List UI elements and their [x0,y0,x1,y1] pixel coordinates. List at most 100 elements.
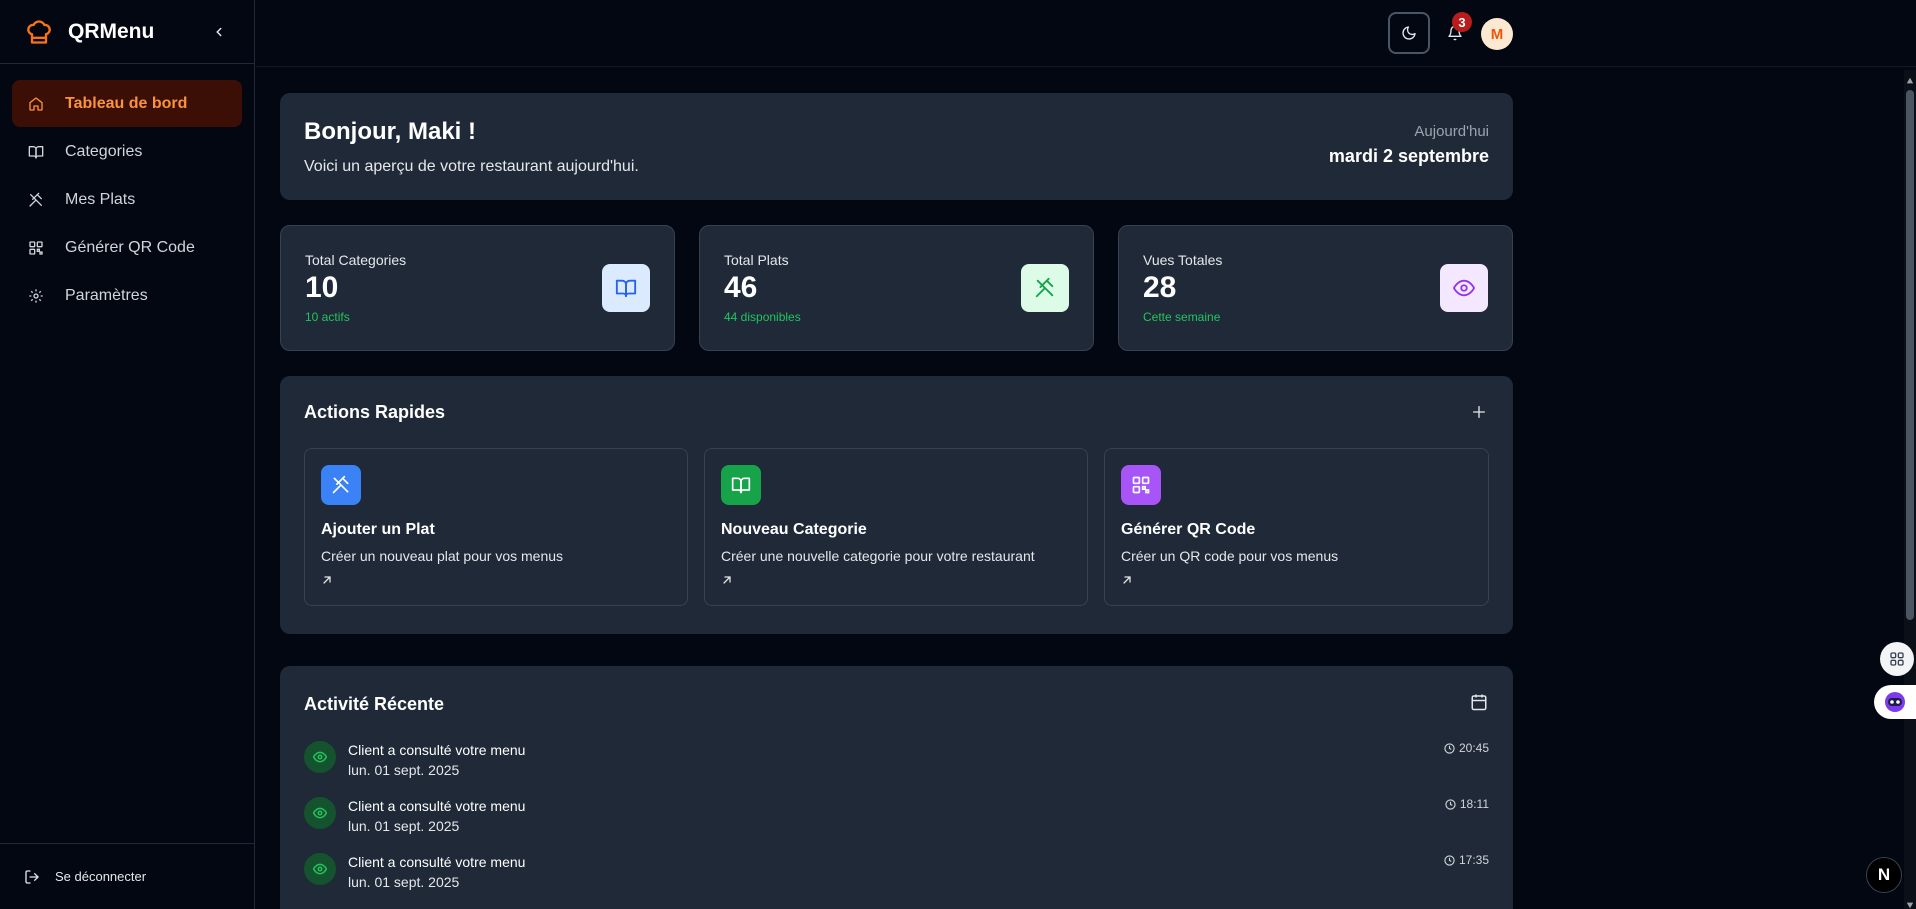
activity-date: lun. 01 sept. 2025 [348,762,460,778]
stat-sub: 10 actifs [305,310,350,324]
activity-time: 17:35 [1444,853,1489,867]
list-item: Client a consulté votre menu lun. 01 sep… [304,741,1489,797]
assistant-widget-button[interactable] [1874,685,1916,719]
qr-code-icon [26,238,46,258]
welcome-card: Bonjour, Maki ! Voici un aperçu de votre… [280,93,1513,200]
main-content: Bonjour, Maki ! Voici un aperçu de votre… [280,93,1513,909]
sidebar-item-categories[interactable]: Categories [12,128,242,175]
chevron-left-icon [216,27,222,36]
today-block: Aujourd'hui mardi 2 septembre [1329,123,1489,167]
sidebar-item-label: Tableau de bord [65,94,188,112]
activity-date: lun. 01 sept. 2025 [348,874,460,890]
calendar-icon [1471,694,1487,711]
stat-sub: 44 disponibles [724,310,801,324]
list-item: Client a consulté votre menu lun. 01 sep… [304,797,1489,853]
stat-label: Total Plats [724,252,789,268]
sidebar-item-dashboard[interactable]: Tableau de bord [12,80,242,127]
theme-toggle-button[interactable] [1388,12,1430,54]
action-title: Ajouter un Plat [321,521,435,538]
book-open-icon [602,264,650,312]
sidebar-item-qr-code[interactable]: Générer QR Code [12,224,242,271]
arrow-up-right-icon [1121,574,1472,586]
stat-card-views: Vues Totales 28 Cette semaine [1118,225,1513,351]
sidebar-item-settings[interactable]: Paramètres [12,272,242,319]
action-desc: Créer une nouvelle categorie pour votre … [721,548,1035,564]
stat-label: Vues Totales [1143,252,1223,268]
sidebar-item-label: Categories [65,142,143,160]
moon-icon [1402,26,1416,40]
sidebar-item-label: Paramètres [65,286,148,304]
today-date: mardi 2 septembre [1328,146,1489,166]
eye-icon [304,853,336,885]
activity-time-text: 20:45 [1458,741,1489,755]
sidebar: QRMenu Tableau de bord Categories Mes Pl… [0,0,255,909]
sidebar-item-dishes[interactable]: Mes Plats [12,176,242,223]
apps-widget-button[interactable] [1880,642,1914,676]
new-category-action[interactable]: Nouveau Categorie Créer une nouvelle cat… [704,448,1088,606]
eye-icon [304,797,336,829]
arrow-up-right-icon [321,574,671,586]
stat-card-dishes: Total Plats 46 44 disponibles [699,225,1094,351]
stat-value: 28 [1143,271,1177,304]
stat-label: Total Categories [305,252,407,268]
recent-activity-title: Activité Récente [304,694,445,714]
scroll-up-icon[interactable] [1906,72,1914,84]
brand-name: QRMenu [68,19,155,43]
sidebar-nav: Tableau de bord Categories Mes Plats Gén… [0,64,254,336]
calendar-button[interactable] [1469,692,1489,712]
qr-code-icon [1121,465,1161,505]
today-label: Aujourd'hui [1414,123,1489,140]
quick-actions-title: Actions Rapides [304,402,446,422]
logout-icon [24,869,40,885]
clock-icon [1444,742,1455,754]
action-title: Nouveau Categorie [721,521,867,538]
activity-time: 18:11 [1445,797,1489,811]
eye-icon [304,741,336,773]
add-dish-action[interactable]: Ajouter un Plat Créer un nouveau plat po… [304,448,688,606]
quick-actions-row: Ajouter un Plat Créer un nouveau plat po… [304,448,1489,606]
utensils-crossed-icon [321,465,361,505]
topbar: 3 M [256,0,1916,67]
stat-value: 10 [305,271,339,304]
utensils-crossed-icon [1021,264,1069,312]
clock-icon [1445,798,1456,810]
action-desc: Créer un QR code pour vos menus [1121,548,1339,564]
plus-icon [1473,406,1485,418]
arrow-up-right-icon [721,574,1071,586]
home-icon [26,94,46,114]
action-title: Générer QR Code [1121,521,1256,538]
logout-label: Se déconnecter [55,869,147,884]
generate-qr-action[interactable]: Générer QR Code Créer un QR code pour vo… [1104,448,1489,606]
list-item: Client a consulté votre menu lun. 01 sep… [304,853,1489,909]
robot-face-icon [1885,692,1905,712]
activity-time-text: 18:11 [1459,797,1489,811]
sidebar-item-label: Générer QR Code [65,238,195,256]
grid-icon [1890,652,1904,666]
book-open-icon [26,142,46,162]
clock-icon [1444,854,1455,866]
stats-row: Total Categories 10 10 actifs Total Plat… [280,225,1513,351]
activity-date: lun. 01 sept. 2025 [348,818,460,834]
activity-list: Client a consulté votre menu lun. 01 sep… [304,741,1489,909]
action-desc: Créer un nouveau plat pour vos menus [321,548,564,564]
logout-button[interactable]: Se déconnecter [0,843,254,909]
quick-actions-card: Actions Rapides Ajouter un Plat Créer un… [280,376,1513,634]
scroll-down-icon[interactable] [1906,896,1914,909]
welcome-subtitle: Voici un aperçu de votre restaurant aujo… [304,158,639,175]
recent-activity-card: Activité Récente Client a consulté votre… [280,666,1513,909]
eye-icon [1440,264,1488,312]
avatar[interactable]: M [1481,18,1513,50]
book-open-icon [721,465,761,505]
notification-badge: 3 [1452,12,1472,32]
nextjs-dev-button[interactable]: N [1866,857,1902,893]
sidebar-item-label: Mes Plats [65,190,136,208]
gear-icon [26,286,46,306]
activity-title: Client a consulté votre menu [348,854,526,870]
activity-time: 20:45 [1444,741,1489,755]
add-action-button[interactable] [1469,402,1489,422]
scrollbar-thumb[interactable] [1906,90,1914,620]
welcome-title: Bonjour, Maki ! [304,118,477,145]
utensils-crossed-icon [26,190,46,210]
brand: QRMenu [0,0,254,64]
collapse-sidebar-button[interactable] [208,21,230,43]
